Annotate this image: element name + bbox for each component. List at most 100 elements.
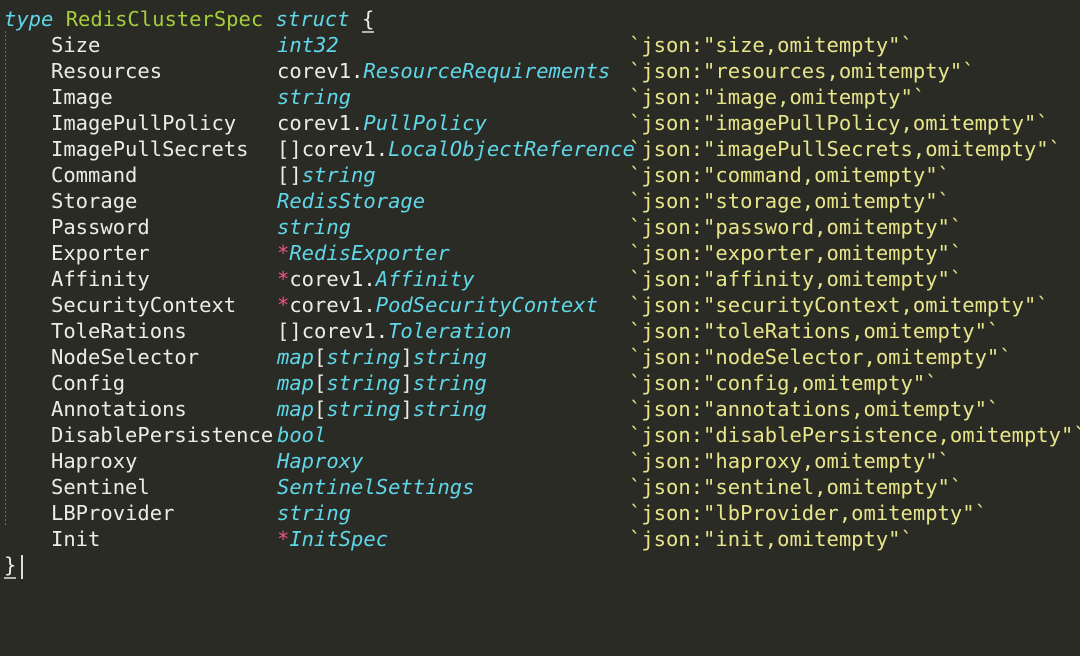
field-type: corev1.ResourceRequirements [277, 58, 610, 84]
map-close-bracket: ] [400, 345, 413, 369]
field-struct-tag: `json:"exporter,omitempty"` [629, 241, 963, 265]
code-line-field: Command []string `json:"command,omitempty"… [0, 162, 1080, 188]
map-open-bracket: [ [314, 345, 327, 369]
field-name: NodeSelector [51, 345, 200, 369]
map-keyword: map [277, 371, 315, 395]
code-line-field: Affinity *corev1.Affinity `json:"affinity,… [0, 266, 1080, 292]
field-name: DisablePersistence [51, 423, 274, 447]
field-name: Haproxy [51, 449, 138, 473]
type-name: SentinelSettings [277, 475, 475, 499]
field-name: Resources [51, 59, 163, 83]
field-name: ToleRations [51, 319, 187, 343]
field-type: map[string]string [277, 396, 487, 422]
code-line-field: ImagePullSecrets []corev1.LocalObjectRefe… [0, 136, 1080, 162]
field-struct-tag: `json:"config,omitempty"` [629, 371, 938, 395]
field-type: RedisStorage [277, 188, 425, 214]
field-struct-tag: `json:"nodeSelector,omitempty"` [629, 345, 1012, 369]
field-type: string [277, 84, 351, 110]
field-struct-tag: `json:"init,omitempty"` [629, 527, 913, 551]
code-editor-viewport[interactable]: type RedisClusterSpec struct { Size int32… [0, 0, 1080, 584]
slice-prefix: [] [277, 319, 302, 343]
code-line-field: Image string `json:"image,omitempty"` [0, 84, 1080, 110]
package-qualifier: corev1. [301, 137, 389, 161]
code-line-field: Sentinel SentinelSettings `json:"sentinel,… [0, 474, 1080, 500]
keyword-struct: struct [275, 7, 350, 31]
field-type: SentinelSettings [277, 474, 474, 500]
field-struct-tag: `json:"resources,omitempty"` [629, 59, 975, 83]
field-struct-tag: `json:"lbProvider,omitempty"` [629, 501, 987, 525]
struct-field-list: Size int32 `json:"size,omitempty"` Resource… [0, 32, 1080, 552]
field-struct-tag: `json:"size,omitempty"` [629, 33, 913, 57]
code-line-field: NodeSelector map[string]string `json:"node… [0, 344, 1080, 370]
field-name: Image [51, 85, 113, 109]
field-type: []corev1.LocalObjectReference [277, 136, 635, 162]
open-brace: { [361, 7, 375, 33]
field-name: Affinity [51, 267, 150, 291]
struct-declaration: type RedisClusterSpec struct { [4, 6, 375, 33]
code-line-field: Annotations map[string]string `json:"annot… [0, 396, 1080, 422]
map-value-type: string [412, 371, 487, 395]
type-name: InitSpec [289, 527, 389, 551]
map-value-type: string [412, 345, 487, 369]
package-qualifier: corev1. [277, 111, 364, 135]
type-name: LocalObjectReference [388, 137, 635, 161]
package-qualifier: corev1. [277, 59, 364, 83]
keyword-type: type [4, 7, 54, 31]
field-name: Storage [51, 189, 138, 213]
field-name: Sentinel [51, 475, 150, 499]
field-struct-tag: `json:"image,omitempty"` [629, 85, 926, 109]
field-type: []string [277, 162, 376, 188]
type-name: PodSecurityContext [375, 293, 598, 317]
field-name: Annotations [51, 397, 187, 421]
field-struct-tag: `json:"haproxy,omitempty"` [629, 449, 950, 473]
map-open-bracket: [ [314, 371, 327, 395]
field-type: *corev1.PodSecurityContext [277, 292, 598, 318]
pointer-asterisk: * [277, 241, 290, 265]
map-key-type: string [326, 397, 401, 421]
code-line-field: Password string `json:"password,omitempty"… [0, 214, 1080, 240]
type-name: Toleration [388, 319, 512, 343]
type-name: Affinity [375, 267, 475, 291]
field-type: string [277, 500, 351, 526]
code-line-field: Storage RedisStorage `json:"storage,omitem… [0, 188, 1080, 214]
type-name: ResourceRequirements [363, 59, 611, 83]
field-struct-tag: `json:"sentinel,omitempty"` [629, 475, 963, 499]
package-qualifier: corev1. [301, 319, 389, 343]
field-type: map[string]string [277, 344, 487, 370]
text-cursor [21, 555, 23, 579]
code-line-struct-header: type RedisClusterSpec struct { [0, 6, 1080, 33]
code-line-field: Exporter *RedisExporter `json:"exporter,om… [0, 240, 1080, 266]
struct-name: RedisClusterSpec [65, 7, 264, 31]
field-type: corev1.PullPolicy [277, 110, 487, 136]
field-struct-tag: `json:"storage,omitempty"` [629, 189, 950, 213]
type-name: PullPolicy [363, 111, 487, 135]
field-type: string [277, 214, 351, 240]
type-name: int32 [277, 33, 339, 57]
type-name: string [277, 85, 352, 109]
field-type: map[string]string [277, 370, 487, 396]
field-struct-tag: `json:"annotations,omitempty"` [629, 397, 1000, 421]
code-line-field: LBProvider string `json:"lbProvider,omitem… [0, 500, 1080, 526]
field-struct-tag: `json:"password,omitempty"` [629, 215, 963, 239]
map-open-bracket: [ [314, 397, 327, 421]
field-type: *RedisExporter [277, 240, 450, 266]
slice-prefix: [] [277, 137, 302, 161]
field-type: *InitSpec [277, 526, 388, 552]
code-line-field: SecurityContext *corev1.PodSecurityContex… [0, 292, 1080, 318]
field-name: ImagePullSecrets [51, 137, 249, 161]
package-qualifier: corev1. [289, 293, 376, 317]
code-line-field: Resources corev1.ResourceRequirements `jso… [0, 58, 1080, 84]
type-name: RedisExporter [289, 241, 450, 265]
field-struct-tag: `json:"disablePersistence,omitempty"` [629, 423, 1080, 447]
pointer-asterisk: * [277, 293, 290, 317]
type-name: RedisStorage [277, 189, 426, 213]
field-type: Haproxy [277, 448, 363, 474]
type-name: string [301, 163, 376, 187]
field-name: Config [51, 371, 126, 395]
field-name: Command [51, 163, 138, 187]
type-name: Haproxy [277, 449, 364, 473]
close-brace: } [4, 553, 17, 579]
code-line-field: Config map[string]string `json:"config,omi… [0, 370, 1080, 396]
field-struct-tag: `json:"imagePullSecrets,omitempty"` [629, 137, 1061, 161]
slice-prefix: [] [277, 163, 302, 187]
